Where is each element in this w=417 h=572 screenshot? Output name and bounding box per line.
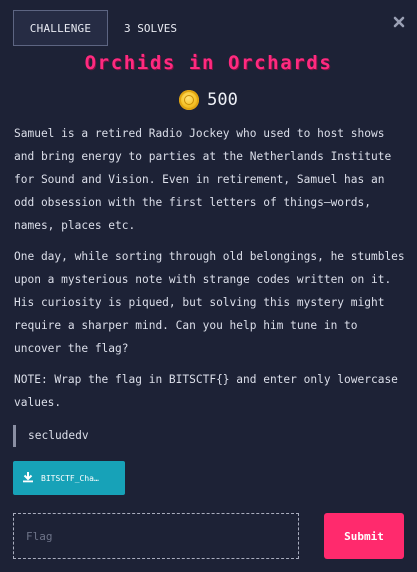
challenge-points: 500 — [0, 90, 417, 110]
file-name: BITSCTF_Cha… — [41, 473, 99, 483]
download-file-button[interactable]: BITSCTF_Cha… — [13, 461, 125, 495]
submit-button[interactable]: Submit — [324, 513, 404, 559]
tab-challenge[interactable]: CHALLENGE — [13, 10, 108, 46]
challenge-title: Orchids in Orchards — [84, 52, 333, 74]
tab-challenge-label: CHALLENGE — [29, 21, 92, 35]
author-quote: secludedv — [13, 425, 89, 447]
tab-solves[interactable]: 3 SOLVES — [118, 10, 183, 46]
points-value: 500 — [207, 90, 238, 110]
flag-input[interactable] — [13, 513, 299, 559]
coin-icon — [179, 90, 200, 110]
close-button[interactable] — [391, 14, 407, 30]
description-note: NOTE: Wrap the flag in BITSCTF{} and ent… — [14, 373, 398, 409]
close-icon — [393, 13, 405, 32]
description-paragraph: One day, while sorting through old belon… — [14, 250, 405, 355]
download-icon — [22, 471, 34, 485]
tab-solves-label: 3 SOLVES — [124, 21, 177, 35]
description-paragraph: Samuel is a retired Radio Jockey who use… — [14, 127, 392, 232]
author-name: secludedv — [28, 429, 89, 442]
